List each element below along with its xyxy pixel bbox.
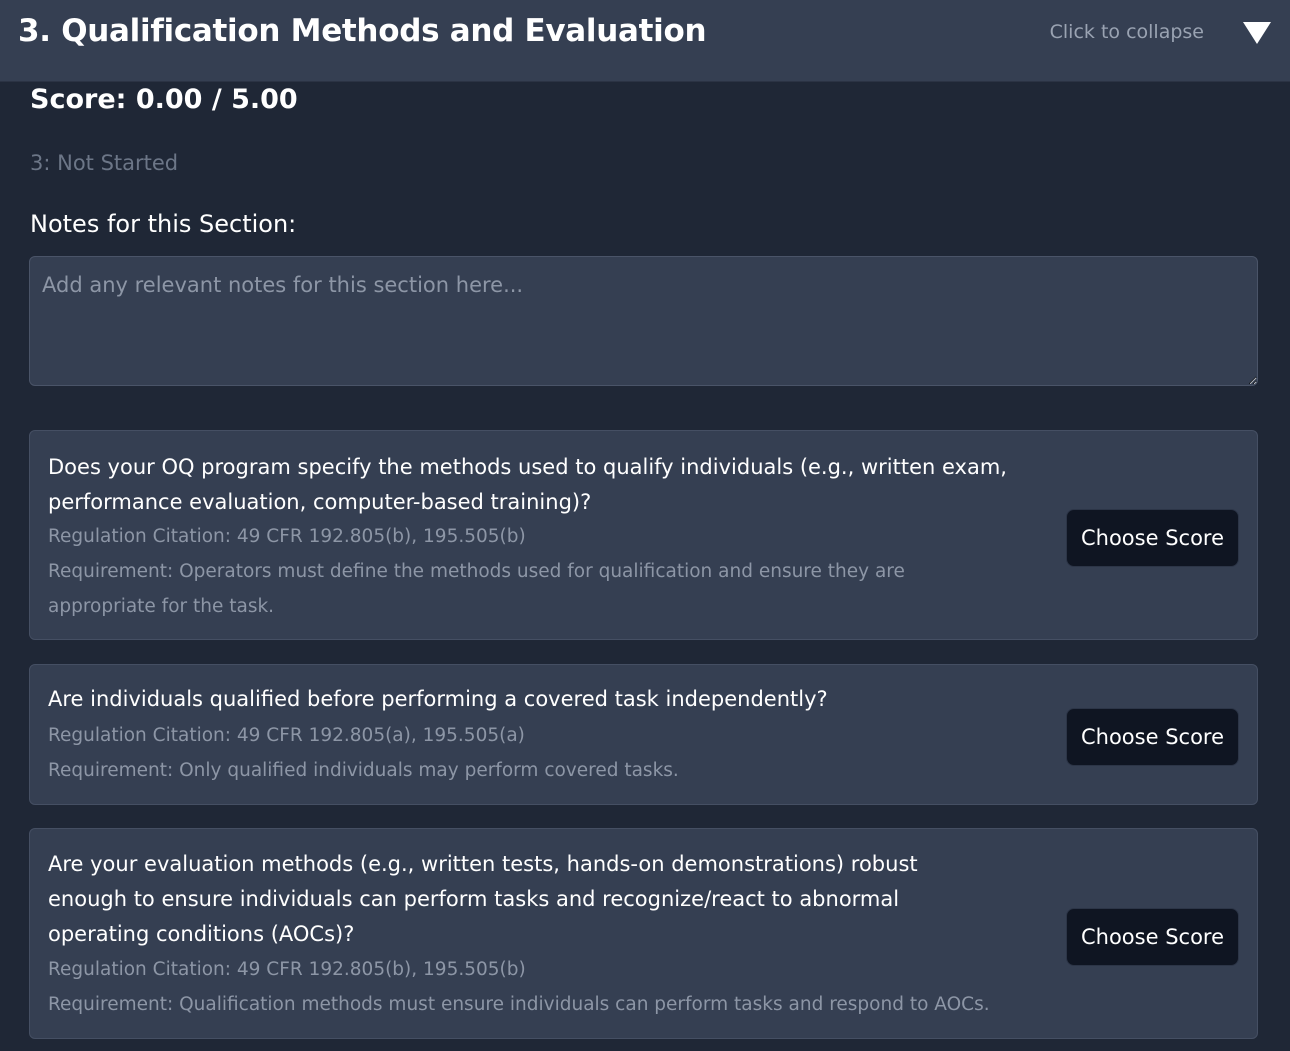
- collapse-hint[interactable]: Click to collapse: [1050, 21, 1204, 43]
- requirement-text: Requirement: Qualification methods must …: [48, 994, 990, 1015]
- choose-score-button[interactable]: Choose Score: [1066, 509, 1239, 567]
- requirement-text: Requirement: Only qualified individuals …: [48, 760, 679, 781]
- question-text: Are individuals qualified before perform…: [48, 687, 828, 711]
- section-status: 3: Not Started: [30, 151, 179, 175]
- triangle-down-icon[interactable]: [1241, 20, 1273, 46]
- question-card: Does your OQ program specify the methods…: [29, 430, 1258, 640]
- question-card: Are individuals qualified before perform…: [29, 664, 1258, 805]
- notes-textarea[interactable]: [29, 256, 1258, 386]
- question-card: Are your evaluation methods (e.g., writt…: [29, 828, 1258, 1039]
- section-score: Score: 0.00 / 5.00: [30, 84, 298, 115]
- regulation-citation: Regulation Citation: 49 CFR 192.805(a), …: [48, 725, 525, 746]
- choose-score-button[interactable]: Choose Score: [1066, 708, 1239, 766]
- section-title: 3. Qualification Methods and Evaluation: [18, 13, 707, 49]
- requirement-text: Requirement: Operators must define the m…: [48, 561, 905, 617]
- regulation-citation: Regulation Citation: 49 CFR 192.805(b), …: [48, 959, 526, 980]
- choose-score-button[interactable]: Choose Score: [1066, 908, 1239, 966]
- question-text: Does your OQ program specify the methods…: [48, 455, 1007, 514]
- section-header[interactable]: 3. Qualification Methods and Evaluation …: [0, 0, 1290, 82]
- question-text: Are your evaluation methods (e.g., writt…: [48, 852, 918, 946]
- regulation-citation: Regulation Citation: 49 CFR 192.805(b), …: [48, 526, 526, 547]
- notes-label: Notes for this Section:: [30, 210, 297, 238]
